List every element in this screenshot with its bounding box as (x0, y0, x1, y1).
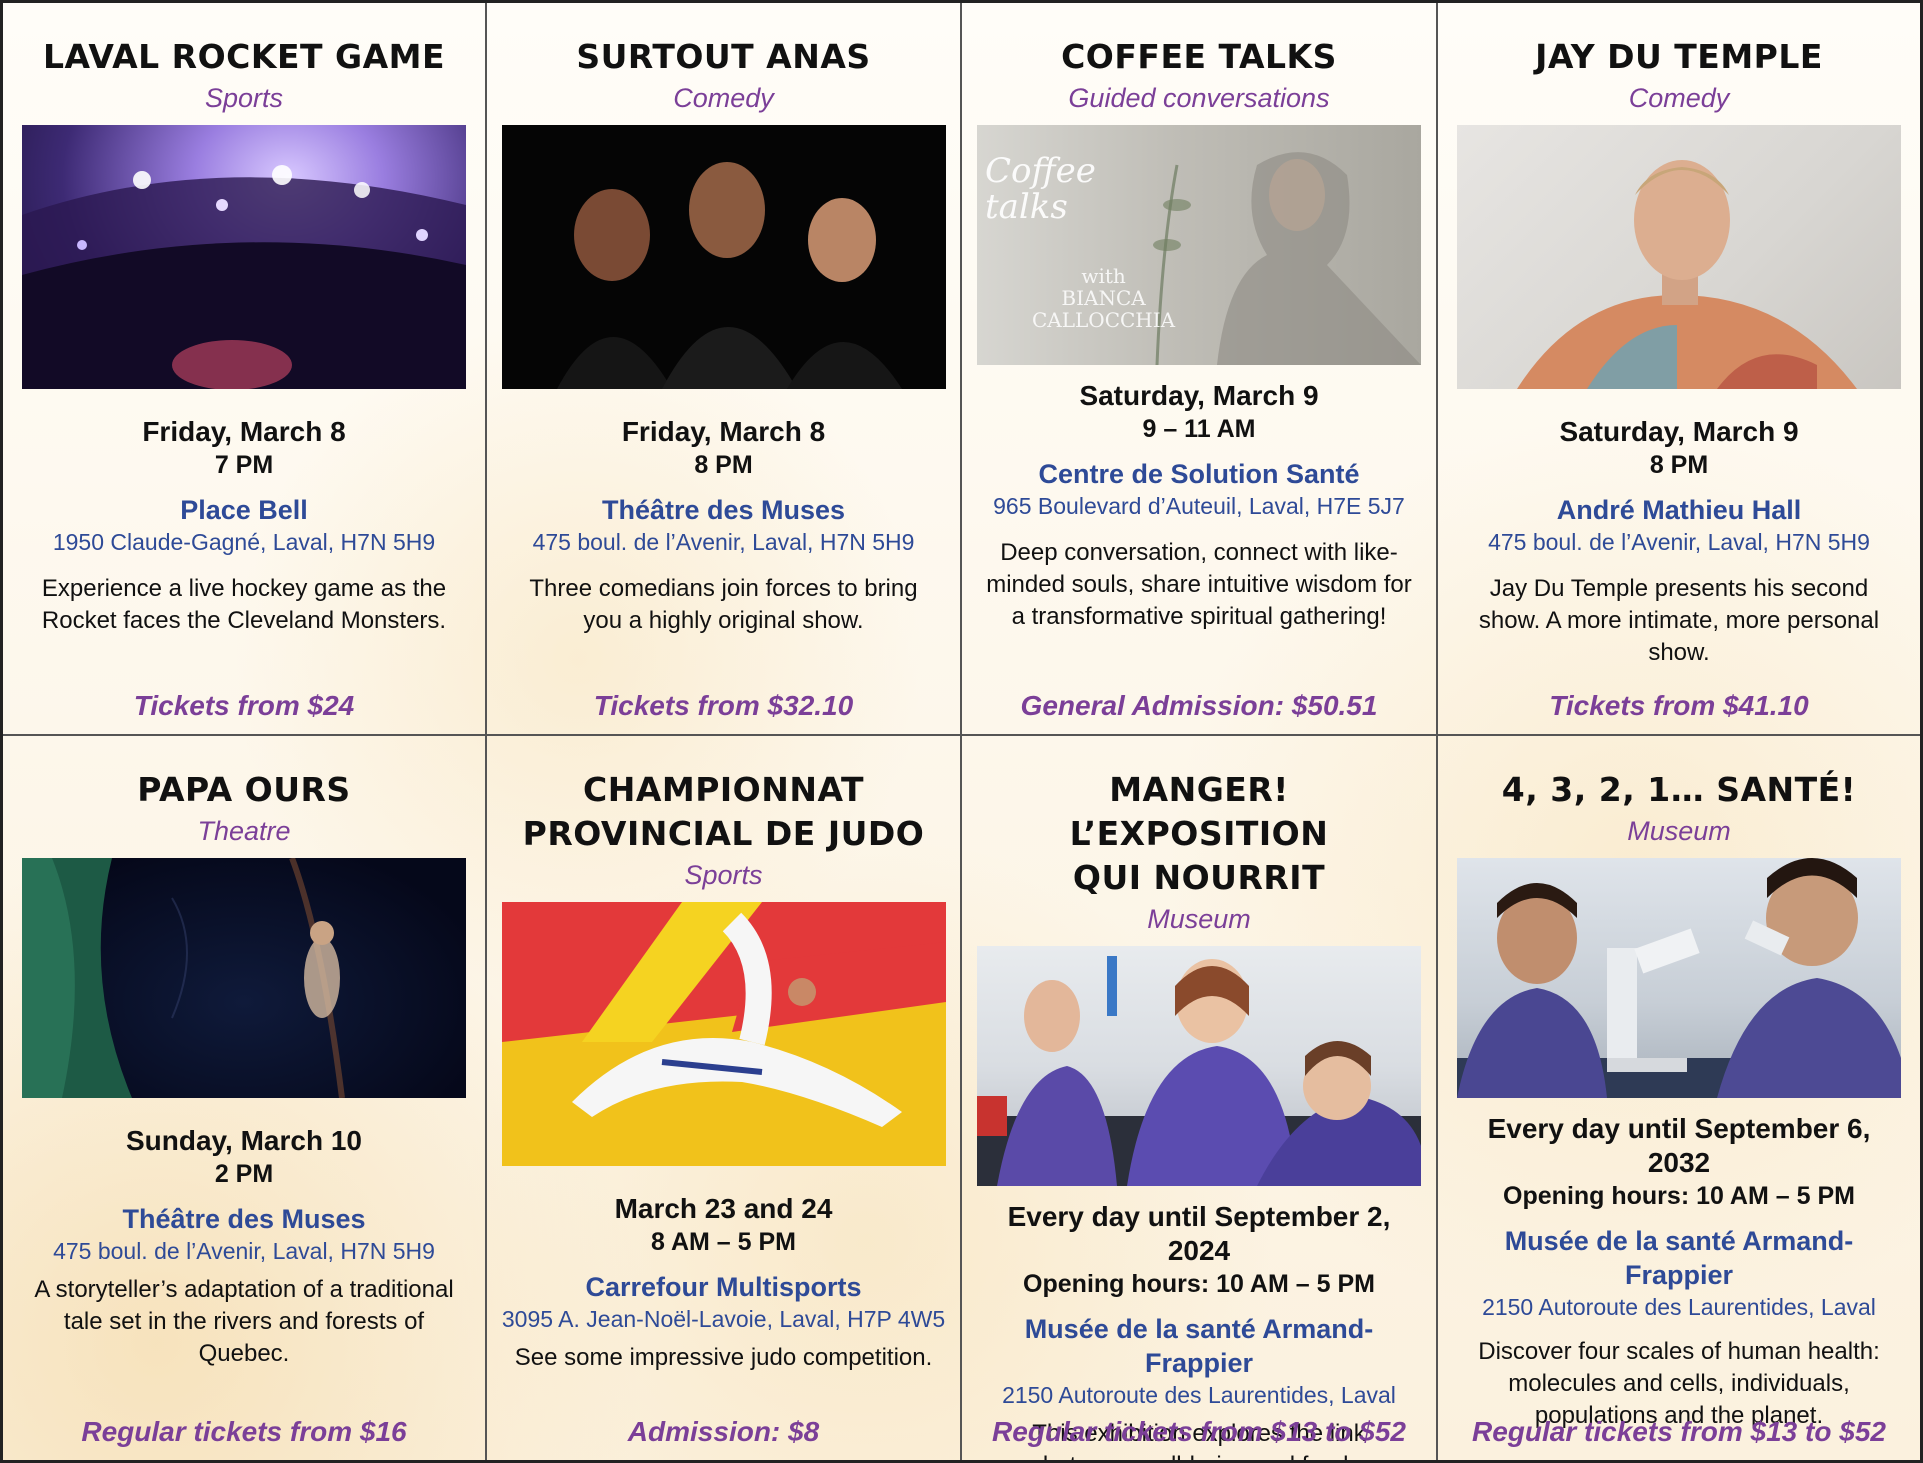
event-date: March 23 and 24 (614, 1193, 833, 1224)
event-price: Regular tickets from $13 to $52 (1472, 1416, 1886, 1447)
coffee-talks-logo-text: Coffee talks (985, 151, 1096, 227)
event-venue: André Mathieu Hall (1556, 495, 1802, 525)
lab-photo (977, 946, 1421, 1186)
event-category: Sports (684, 860, 763, 890)
event-address: 475 boul. de l’Avenir, Laval, H7N 5H9 (532, 529, 915, 555)
event-description: A storyteller’s adaptation of a traditio… (34, 1276, 454, 1367)
event-date: Saturday, March 9 (1079, 380, 1319, 411)
event-time: 2 PM (214, 1160, 274, 1188)
event-card-laval-rocket: LAVAL ROCKET GAME Sports Friday, March 8… (3, 3, 487, 736)
comedians-photo (501, 125, 946, 389)
event-category: Sports (204, 83, 284, 113)
event-category: Comedy (1628, 83, 1730, 113)
event-venue: Musée de la santé Armand-Frappier (1024, 1314, 1374, 1378)
event-description: Experience a live hockey game as the Roc… (41, 575, 447, 634)
events-sheet: LAVAL ROCKET GAME Sports Friday, March 8… (0, 0, 1923, 1463)
event-price: Regular tickets from $16 (81, 1416, 407, 1447)
events-grid: LAVAL ROCKET GAME Sports Friday, March 8… (3, 3, 1920, 1460)
event-date: Friday, March 8 (142, 416, 346, 447)
event-price: General Admission: $50.51 (1020, 690, 1378, 721)
event-time: 8 PM (694, 451, 753, 479)
event-card-sante: 4, 3, 2, 1… SANTÉ! Museum Every day unti… (1438, 736, 1920, 1460)
event-price: Regular tickets from $13 to $52 (992, 1416, 1406, 1447)
event-card-surtout-anas: SURTOUT ANAS Comedy Friday, March 8 8 PM… (487, 3, 962, 736)
event-description: See some impressive judo competition. (514, 1344, 933, 1371)
event-title: 4, 3, 2, 1… SANTÉ! (1501, 770, 1857, 809)
event-time: 7 PM (214, 451, 274, 479)
event-date: Saturday, March 9 (1559, 416, 1799, 447)
event-address: 3095 A. Jean-Noël-Lavoie, Laval, H7P 4W5 (501, 1306, 946, 1332)
event-title: LAVAL ROCKET GAME (43, 37, 445, 76)
event-venue: Théâtre des Muses (601, 495, 846, 525)
theatre-photo (22, 858, 466, 1098)
judo-photo (501, 902, 946, 1166)
arena-photo (22, 125, 466, 389)
event-title: SURTOUT ANAS (576, 37, 871, 76)
event-date: Every day until September 6, 2032 (1487, 1113, 1871, 1178)
event-time: 8 PM (1649, 451, 1709, 479)
event-address: 475 boul. de l’Avenir, Laval, H7N 5H9 (1488, 529, 1870, 555)
event-description: Jay Du Temple presents his second show. … (1478, 575, 1880, 666)
event-title: MANGER! L’EXPOSITION QUI NOURRIT (1069, 770, 1329, 897)
event-venue: Place Bell (180, 495, 308, 525)
event-date: Every day until September 2, 2024 (1007, 1201, 1391, 1266)
event-time: 8 AM – 5 PM (651, 1228, 796, 1256)
event-card-judo: CHAMPIONNAT PROVINCIAL DE JUDO Sports Ma… (487, 736, 962, 1460)
event-price: Tickets from $41.10 (1549, 690, 1809, 721)
event-venue: Musée de la santé Armand-Frappier (1504, 1226, 1854, 1290)
event-title: PAPA OURS (137, 770, 351, 809)
event-card-manger-exposition: MANGER! L’EXPOSITION QUI NOURRIT Museum (962, 736, 1438, 1460)
event-card-papa-ours: PAPA OURS Theatre Sunday, March 10 2 PM … (3, 736, 487, 1460)
event-price: Tickets from $24 (133, 690, 355, 721)
event-date: Friday, March 8 (621, 416, 826, 447)
event-time: Opening hours: 10 AM – 5 PM (1023, 1270, 1375, 1298)
event-category: Theatre (197, 816, 291, 846)
event-title: CHAMPIONNAT PROVINCIAL DE JUDO (522, 770, 925, 853)
event-venue: Théâtre des Muses (122, 1204, 366, 1234)
event-category: Museum (1147, 904, 1251, 934)
event-time: Opening hours: 10 AM – 5 PM (1503, 1182, 1855, 1210)
event-category: Comedy (673, 83, 774, 113)
microscope-photo (1457, 858, 1901, 1098)
event-time: 9 – 11 AM (1142, 415, 1256, 443)
event-description: Three comedians join forces to bring you… (529, 575, 918, 634)
event-card-coffee-talks: COFFEE TALKS Guided conversations Coffee… (962, 3, 1438, 736)
event-price: Tickets from $32.10 (593, 690, 854, 721)
event-card-jay-du-temple: JAY DU TEMPLE Comedy Saturday, March 9 8… (1438, 3, 1920, 736)
event-address: 2150 Autoroute des Laurentides, Laval (1482, 1294, 1876, 1320)
event-venue: Carrefour Multisports (585, 1272, 862, 1302)
event-description: Deep conversation, connect with like-min… (986, 539, 1412, 630)
event-date: Sunday, March 10 (125, 1125, 362, 1156)
event-address: 965 Boulevard d’Auteuil, Laval, H7E 5J7 (993, 493, 1405, 519)
event-title: COFFEE TALKS (1061, 37, 1337, 76)
coffee-talks-host-text: with BIANCA CALLOCCHIA (1032, 264, 1176, 332)
event-title: JAY DU TEMPLE (1535, 37, 1823, 76)
event-price: Admission: $8 (627, 1416, 820, 1447)
event-category: Guided conversations (1068, 83, 1330, 113)
event-address: 1950 Claude-Gagné, Laval, H7N 5H9 (52, 529, 436, 555)
event-venue: Centre de Solution Santé (1038, 459, 1360, 489)
event-address: 475 boul. de l’Avenir, Laval, H7N 5H9 (53, 1238, 435, 1264)
jay-du-temple-photo (1457, 125, 1901, 389)
event-address: 2150 Autoroute des Laurentides, Laval (1002, 1382, 1396, 1408)
coffee-talks-photo: Coffee talks with BIANCA CALLOCCHIA (977, 125, 1421, 365)
event-category: Museum (1627, 816, 1731, 846)
